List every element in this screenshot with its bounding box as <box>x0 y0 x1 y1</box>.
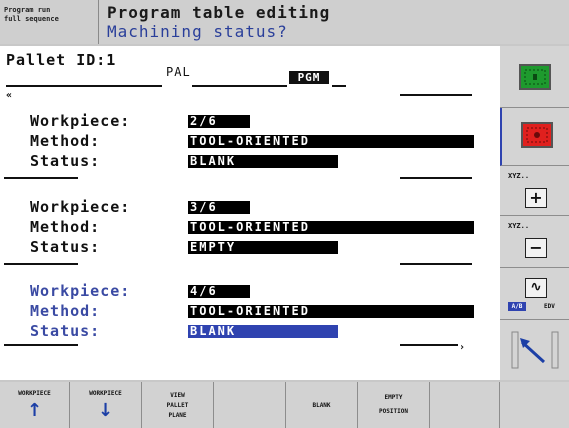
minus-icon: − <box>525 238 547 258</box>
xyz-label: XYZ.. <box>508 172 530 180</box>
method-label: Method: <box>30 132 101 150</box>
status-value[interactable]: BLANK <box>188 155 338 168</box>
divider <box>6 85 162 87</box>
method-value[interactable]: TOOL-ORIENTED <box>188 135 474 148</box>
divider <box>400 344 458 346</box>
softkey-bar: WORKPIECE ↑ WORKPIECE ↓ VIEW PALLET PLAN… <box>0 382 569 428</box>
workpiece-label: Workpiece: <box>30 198 131 216</box>
nc-start-icon <box>519 64 551 90</box>
divider <box>400 263 472 265</box>
feed-override-plus-button[interactable]: XYZ.. + <box>500 166 569 216</box>
arrow-up-icon: ↑ <box>26 400 43 421</box>
mode-line-2: full sequence <box>4 15 59 23</box>
softkey-workpiece-up[interactable]: WORKPIECE ↑ <box>0 382 70 428</box>
softkey-label: BLANK <box>312 402 331 409</box>
softkey-empty[interactable] <box>500 382 569 428</box>
nc-stop-icon <box>521 122 553 148</box>
softkey-blank[interactable]: BLANK <box>286 382 358 428</box>
arrow-down-icon: ↓ <box>97 400 114 421</box>
workpiece-label: Workpiece: <box>30 282 131 300</box>
softkey-empty[interactable] <box>214 382 286 428</box>
slider-icon <box>511 331 559 369</box>
nc-stop-button[interactable] <box>500 108 569 166</box>
workpiece-value[interactable]: 4/6 <box>188 285 250 298</box>
title-box: Program table editing Machining status? <box>99 0 569 44</box>
override-slider[interactable] <box>500 320 569 380</box>
softkey-view-pallet-plane[interactable]: VIEW PALLET PLANE <box>142 382 214 428</box>
xyz-label: XYZ.. <box>508 222 530 230</box>
scroll-right-icon[interactable]: › <box>459 342 465 353</box>
workpiece-label: Workpiece: <box>30 112 131 130</box>
ab-edv-toggle-button[interactable]: ∿ A/B EDV <box>500 268 569 320</box>
page-subtitle: Machining status? <box>107 22 288 41</box>
method-value[interactable]: TOOL-ORIENTED <box>188 305 474 318</box>
divider <box>4 344 78 346</box>
status-value[interactable]: EMPTY <box>188 241 338 254</box>
softkey-label: PLANE <box>168 412 187 419</box>
method-label: Method: <box>30 218 101 236</box>
edv-label: EDV <box>544 303 555 310</box>
softkey-label: WORKPIECE <box>89 390 122 397</box>
mode-line-1: Program run <box>4 6 51 14</box>
status-label: Status: <box>30 152 101 170</box>
status-label: Status: <box>30 238 101 256</box>
right-softkey-column: XYZ.. + XYZ.. − ∿ A/B EDV <box>500 46 569 380</box>
plus-icon: + <box>525 188 547 208</box>
method-value[interactable]: TOOL-ORIENTED <box>188 221 474 234</box>
softkey-label: VIEW <box>170 392 185 399</box>
divider <box>400 177 472 179</box>
waveform-icon: ∿ <box>525 278 547 298</box>
workpiece-value[interactable]: 3/6 <box>188 201 250 214</box>
divider <box>4 177 78 179</box>
pgm-label: PGM <box>289 71 329 84</box>
softkey-empty[interactable] <box>430 382 500 428</box>
softkey-label: WORKPIECE <box>18 390 51 397</box>
ab-label: A/B <box>508 302 526 311</box>
feed-override-minus-button[interactable]: XYZ.. − <box>500 216 569 268</box>
status-value-selected[interactable]: BLANK <box>188 325 338 338</box>
softkey-label: PALLET <box>166 402 189 409</box>
workpiece-value[interactable]: 2/6 <box>188 115 250 128</box>
divider <box>192 85 287 87</box>
page-title: Program table editing <box>107 3 331 22</box>
softkey-label: POSITION <box>379 408 408 415</box>
nc-start-button[interactable] <box>500 46 569 108</box>
main-panel: Pallet ID:1 PAL PGM « Workpiece: 2/6 Met… <box>0 46 500 380</box>
pallet-id-label: Pallet ID:1 <box>6 51 117 69</box>
softkey-label: EMPTY <box>384 394 403 401</box>
divider <box>4 263 78 265</box>
operating-mode-box: Program run full sequence <box>0 0 99 44</box>
softkey-empty-position[interactable]: EMPTY POSITION <box>358 382 430 428</box>
scroll-left-icon[interactable]: « <box>6 90 12 101</box>
divider <box>400 94 472 96</box>
status-label: Status: <box>30 322 101 340</box>
pal-label: PAL <box>166 65 191 79</box>
softkey-workpiece-down[interactable]: WORKPIECE ↓ <box>70 382 142 428</box>
method-label: Method: <box>30 302 101 320</box>
divider <box>332 85 346 87</box>
